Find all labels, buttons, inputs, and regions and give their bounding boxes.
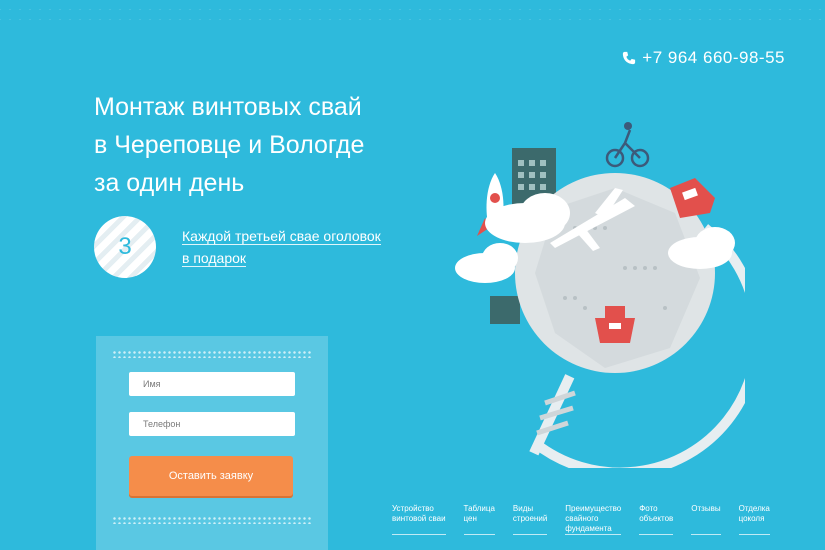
headline-line3: за один день (94, 169, 245, 197)
globe-illustration (455, 122, 745, 468)
footer-link-reviews[interactable]: Отзывы (691, 504, 721, 535)
promo-badge: 3 (94, 216, 156, 278)
request-form: Оставить заявку (96, 336, 328, 550)
form-top-stripe (112, 350, 312, 358)
footer-link-plinth-finish[interactable]: Отделка цоколя (738, 504, 770, 535)
promo-block: 3 Каждой третьей свае оголовок в подарок (94, 216, 402, 278)
promo-text-line1: Каждой третьей свае оголовок (182, 228, 381, 245)
promo-text-line2: в подарок (182, 250, 247, 267)
footer-link-building-types[interactable]: Виды строений (512, 504, 548, 535)
top-pattern (0, 0, 825, 20)
header-phone[interactable]: +7 964 660-98-55 (622, 48, 785, 68)
form-bottom-stripe (112, 516, 312, 524)
promo-link[interactable]: Каждой третьей свае оголовок в подарок (182, 225, 402, 269)
footer-link-foundation-advantages[interactable]: Преимущество свайного фундамента (565, 504, 622, 535)
page-title: Монтаж винтовых свай в Череповце и Волог… (94, 88, 454, 202)
phone-number: +7 964 660-98-55 (642, 48, 785, 67)
building-small-icon (490, 296, 520, 324)
footer-link-price-table[interactable]: Таблица цен (463, 504, 495, 535)
promo-badge-number: 3 (118, 233, 132, 260)
submit-request-button[interactable]: Оставить заявку (129, 456, 293, 496)
name-input[interactable] (129, 372, 295, 396)
headline-line1: Монтаж винтовых свай (94, 93, 362, 121)
headline-line2: в Череповце и Вологде (94, 131, 365, 159)
phone-input[interactable] (129, 412, 295, 436)
footer-nav: Устройство винтовой сваи Таблица цен Вид… (392, 504, 788, 535)
cyclist-icon (605, 129, 650, 168)
phone-icon (623, 51, 636, 65)
footer-link-pile-device[interactable]: Устройство винтовой сваи (392, 504, 446, 535)
footer-link-photos[interactable]: Фото объектов (639, 504, 674, 535)
